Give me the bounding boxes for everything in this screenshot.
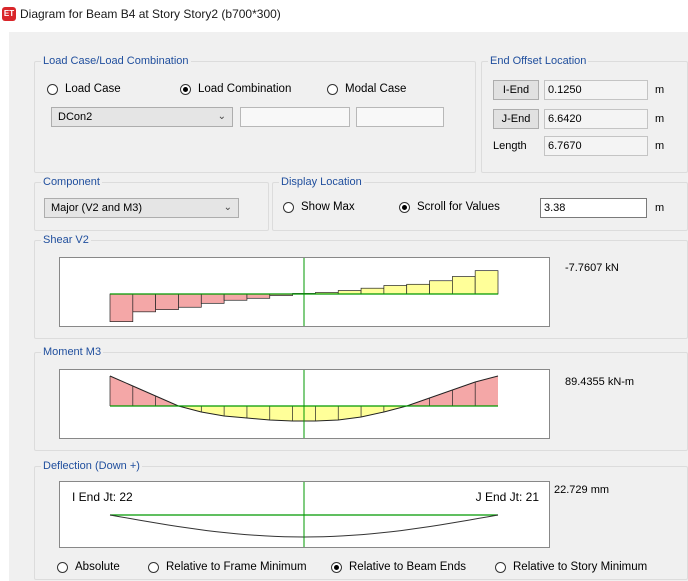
- moment-group-label: Moment M3: [41, 346, 104, 358]
- shear-bar: [223, 293, 248, 301]
- shear-bar: [178, 293, 202, 308]
- moment-segment: [269, 406, 293, 421]
- i-end-value[interactable]: 0.1250: [544, 80, 648, 100]
- moment-diagram: [59, 369, 550, 439]
- j-end-joint-label: J End Jt: 21: [475, 490, 539, 504]
- radio-dot[interactable]: [327, 83, 338, 95]
- load-combination-value: DCon2: [58, 111, 93, 123]
- length-unit: m: [655, 140, 665, 152]
- radio-absolute[interactable]: Absolute: [57, 561, 120, 573]
- shear-bar: [429, 280, 453, 295]
- deflection-group: Deflection (Down +) I End Jt: 22 J End J…: [34, 460, 688, 580]
- display-location-group: Display Location Show Max Scroll for Val…: [272, 176, 688, 231]
- shear-bar: [383, 285, 408, 295]
- component-value: Major (V2 and M3): [51, 202, 143, 214]
- shear-bar: [132, 293, 156, 313]
- shear-bar: [406, 283, 430, 295]
- moment-segment: [475, 376, 498, 406]
- shear-bar: [360, 287, 385, 295]
- radio-scroll-for-values[interactable]: Scroll for Values: [399, 201, 500, 213]
- radio-modal-case-label: Modal Case: [345, 83, 407, 95]
- location-unit: m: [655, 202, 665, 214]
- end-offset-group: End Offset Location I-End 0.1250 m J-End…: [481, 55, 688, 173]
- window-title: Diagram for Beam B4 at Story Story2 (b70…: [20, 7, 281, 21]
- shear-chart: [109, 258, 499, 326]
- show-max-label: Show Max: [301, 201, 355, 213]
- secondary-dropdown[interactable]: [240, 107, 350, 127]
- j-end-button[interactable]: J-End: [493, 109, 539, 129]
- radio-dot-selected[interactable]: [180, 83, 191, 95]
- relative-story-minimum-label: Relative to Story Minimum: [513, 561, 648, 573]
- title-bar: ET Diagram for Beam B4 at Story Story2 (…: [0, 0, 688, 30]
- radio-dot-selected[interactable]: [331, 561, 342, 573]
- radio-dot[interactable]: [148, 561, 159, 573]
- shear-bar: [200, 293, 225, 304]
- i-end-button[interactable]: I-End: [493, 80, 539, 100]
- length-value: 6.7670: [544, 136, 648, 156]
- shear-bar: [474, 270, 499, 295]
- radio-load-case-label: Load Case: [65, 83, 121, 95]
- radio-relative-beam-ends[interactable]: Relative to Beam Ends: [331, 561, 466, 573]
- shear-readout: -7.7607 kN: [565, 262, 619, 274]
- deflection-diagram: I End Jt: 22 J End Jt: 21: [59, 481, 550, 548]
- i-end-label: I-End: [502, 84, 530, 96]
- moment-readout: 89.4355 kN-m: [565, 376, 635, 388]
- shear-bar: [452, 276, 476, 295]
- tertiary-dropdown[interactable]: [356, 107, 444, 127]
- component-group: Component Major (V2 and M3) ⌄: [34, 176, 269, 231]
- radio-load-combination[interactable]: Load Combination: [180, 83, 291, 95]
- deflection-group-label: Deflection (Down +): [41, 460, 142, 472]
- moment-segment: [361, 406, 384, 417]
- i-end-unit: m: [655, 84, 665, 96]
- radio-relative-frame-minimum[interactable]: Relative to Frame Minimum: [148, 561, 307, 573]
- chevron-down-icon: ⌄: [217, 111, 226, 122]
- shear-bar: [109, 293, 134, 322]
- radio-load-combination-label: Load Combination: [198, 83, 292, 95]
- j-end-label: J-End: [501, 113, 531, 125]
- moment-segment: [132, 386, 156, 406]
- moment-segment: [315, 406, 339, 421]
- load-case-group: Load Case/Load Combination Load Case Loa…: [34, 55, 476, 173]
- moment-chart: [109, 370, 499, 438]
- app-logo-icon: ET: [2, 7, 16, 21]
- radio-dot-selected[interactable]: [399, 201, 410, 213]
- relative-frame-minimum-label: Relative to Frame Minimum: [166, 561, 307, 573]
- shear-diagram: [59, 257, 550, 327]
- deflection-readout: 22.729 mm: [554, 484, 610, 496]
- radio-dot[interactable]: [57, 561, 68, 573]
- moment-segment: [429, 390, 453, 406]
- dialog-client: Load Case/Load Combination Load Case Loa…: [9, 32, 688, 581]
- radio-load-case[interactable]: Load Case: [47, 83, 121, 95]
- chevron-down-icon: ⌄: [223, 202, 232, 213]
- j-end-unit: m: [655, 113, 665, 125]
- radio-show-max[interactable]: Show Max: [283, 201, 355, 213]
- shear-group: Shear V2 -7.7607 kN: [34, 234, 688, 339]
- component-dropdown[interactable]: Major (V2 and M3) ⌄: [44, 198, 239, 218]
- shear-group-label: Shear V2: [41, 234, 91, 246]
- shear-bar: [155, 293, 179, 310]
- length-label: Length: [493, 140, 527, 152]
- j-end-value[interactable]: 6.6420: [544, 109, 648, 129]
- component-group-label: Component: [41, 176, 102, 188]
- radio-dot[interactable]: [283, 201, 294, 213]
- end-offset-group-label: End Offset Location: [488, 55, 589, 67]
- radio-modal-case[interactable]: Modal Case: [327, 83, 406, 95]
- location-input[interactable]: 3.38: [540, 198, 647, 218]
- load-case-group-label: Load Case/Load Combination: [41, 55, 191, 67]
- i-end-joint-label: I End Jt: 22: [72, 490, 133, 504]
- shear-bar: [246, 293, 271, 299]
- scroll-values-label: Scroll for Values: [417, 201, 500, 213]
- radio-relative-story-minimum[interactable]: Relative to Story Minimum: [495, 561, 647, 573]
- display-location-group-label: Display Location: [279, 176, 364, 188]
- relative-beam-ends-label: Relative to Beam Ends: [349, 561, 466, 573]
- absolute-label: Absolute: [75, 561, 120, 573]
- moment-group: Moment M3 89.4355 kN-m: [34, 346, 688, 451]
- load-combination-dropdown[interactable]: DCon2 ⌄: [51, 107, 233, 127]
- radio-dot[interactable]: [495, 561, 506, 573]
- radio-dot[interactable]: [47, 83, 58, 95]
